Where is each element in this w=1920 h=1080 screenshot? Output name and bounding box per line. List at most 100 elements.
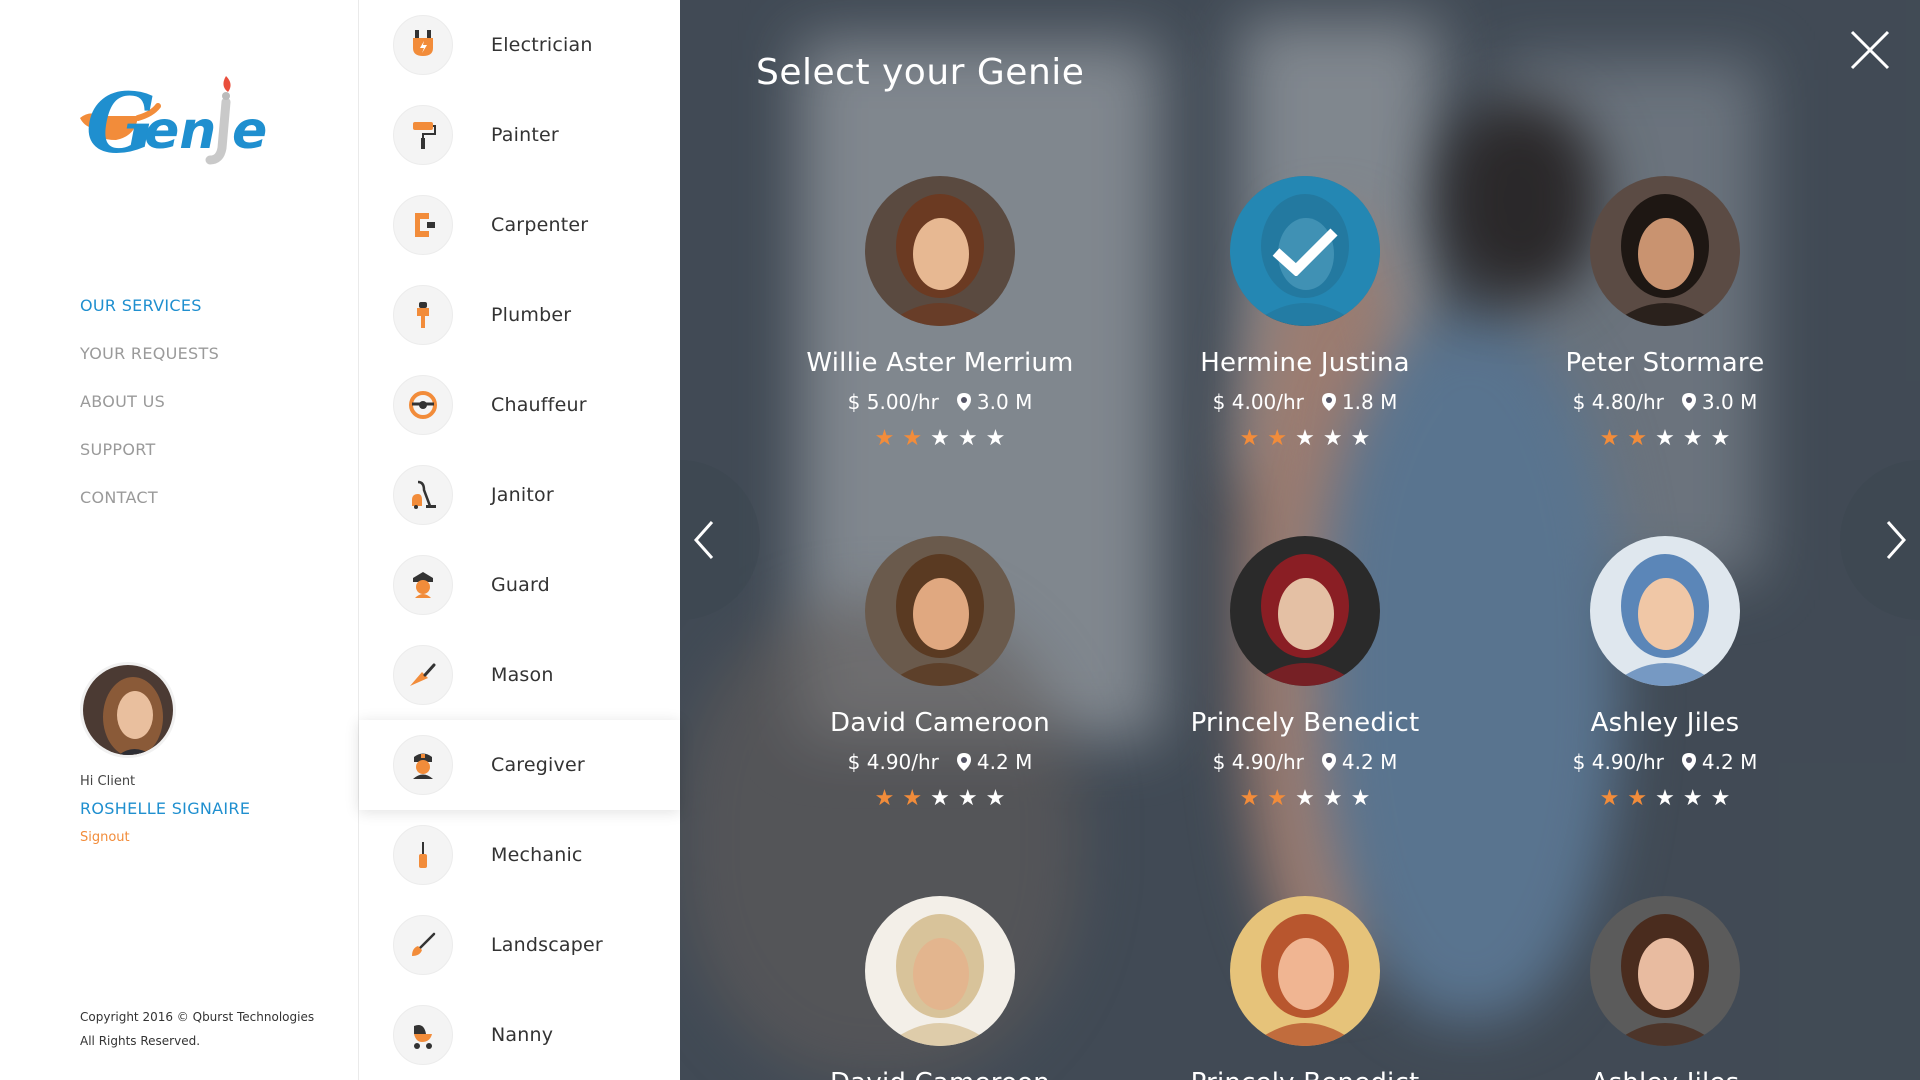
user-name: ROSHELLE SIGNAIRE bbox=[80, 799, 251, 818]
distance: 3.0 M bbox=[976, 390, 1033, 414]
genie-card[interactable]: Willie Aster Merrium $ 5.00/hr 3.0 M ★ ★ ★ ★ ★ bbox=[790, 176, 1090, 450]
distance-wrap: 1.8 M bbox=[1321, 390, 1397, 414]
star-empty-icon[interactable]: ★ bbox=[1683, 788, 1703, 810]
star-empty-icon[interactable]: ★ bbox=[1711, 428, 1731, 450]
distance: 3.0 M bbox=[1701, 390, 1758, 414]
guard-icon bbox=[393, 555, 453, 615]
star-filled-icon[interactable]: ★ bbox=[1267, 428, 1287, 450]
genie-avatar[interactable] bbox=[865, 536, 1015, 686]
star-filled-icon[interactable]: ★ bbox=[1240, 788, 1260, 810]
distance: 4.2 M bbox=[976, 750, 1033, 774]
genie-card[interactable]: Ashley Jiles $ 4.90/hr 4.2 M ★ ★ ★ ★ ★ bbox=[1515, 536, 1815, 810]
star-empty-icon[interactable]: ★ bbox=[1295, 428, 1315, 450]
genie-meta: $ 4.90/hr 4.2 M bbox=[790, 750, 1090, 774]
service-item-plumber[interactable]: Plumber bbox=[359, 270, 680, 360]
service-item-electrician[interactable]: Electrician bbox=[359, 0, 680, 90]
service-item-painter[interactable]: Painter bbox=[359, 90, 680, 180]
genie-avatar[interactable] bbox=[1590, 896, 1740, 1046]
star-empty-icon[interactable]: ★ bbox=[1323, 788, 1343, 810]
rating-stars: ★ ★ ★ ★ ★ bbox=[1155, 788, 1455, 810]
genie-avatar[interactable] bbox=[865, 176, 1015, 326]
star-empty-icon[interactable]: ★ bbox=[930, 788, 950, 810]
service-label: Nanny bbox=[491, 1024, 554, 1046]
location-pin-icon bbox=[1681, 393, 1696, 411]
service-item-mason[interactable]: Mason bbox=[359, 630, 680, 720]
star-filled-icon[interactable]: ★ bbox=[902, 428, 922, 450]
star-empty-icon[interactable]: ★ bbox=[1655, 788, 1675, 810]
genie-card[interactable]: Peter Stormare $ 4.80/hr 3.0 M ★ ★ ★ ★ ★ bbox=[1515, 176, 1815, 450]
genie-meta: $ 4.00/hr 1.8 M bbox=[1155, 390, 1455, 414]
star-empty-icon[interactable]: ★ bbox=[1351, 428, 1371, 450]
close-icon[interactable] bbox=[1848, 28, 1892, 72]
service-item-nanny[interactable]: Nanny bbox=[359, 990, 680, 1080]
genie-avatar[interactable] bbox=[1590, 536, 1740, 686]
distance-wrap: 4.2 M bbox=[956, 750, 1033, 774]
star-empty-icon[interactable]: ★ bbox=[958, 428, 978, 450]
genie-name: Princely Benedict bbox=[1190, 708, 1420, 738]
genie-card[interactable]: Princely Benedict bbox=[1155, 896, 1455, 1080]
hourly-rate: $ 4.90/hr bbox=[1212, 750, 1304, 774]
location-pin-icon bbox=[956, 393, 971, 411]
genie-avatar[interactable] bbox=[865, 896, 1015, 1046]
distance-wrap: 3.0 M bbox=[1681, 390, 1758, 414]
genie-name: Hermine Justina bbox=[1200, 348, 1410, 378]
star-filled-icon[interactable]: ★ bbox=[875, 428, 895, 450]
genie-avatar[interactable] bbox=[1230, 536, 1380, 686]
star-filled-icon[interactable]: ★ bbox=[1627, 788, 1647, 810]
genie-name: Ashley Jiles bbox=[1515, 1068, 1815, 1080]
shovel-icon bbox=[393, 915, 453, 975]
service-item-caregiver[interactable]: Caregiver bbox=[359, 720, 680, 810]
service-item-janitor[interactable]: Janitor bbox=[359, 450, 680, 540]
genie-avatar[interactable] bbox=[1230, 176, 1380, 326]
star-empty-icon[interactable]: ★ bbox=[986, 788, 1006, 810]
genie-card[interactable]: Princely Benedict $ 4.90/hr 4.2 M ★ ★ ★ ★ ★ bbox=[1155, 536, 1455, 810]
star-empty-icon[interactable]: ★ bbox=[1683, 428, 1703, 450]
service-label: Mechanic bbox=[491, 844, 583, 866]
star-filled-icon[interactable]: ★ bbox=[1267, 788, 1287, 810]
selected-overlay bbox=[1230, 176, 1380, 326]
star-empty-icon[interactable]: ★ bbox=[1323, 428, 1343, 450]
star-empty-icon[interactable]: ★ bbox=[1295, 788, 1315, 810]
genie-logo[interactable]: G en e bbox=[78, 60, 288, 180]
genie-card[interactable]: Ashley Jiles bbox=[1515, 896, 1815, 1080]
genie-avatar[interactable] bbox=[1590, 176, 1740, 326]
menu-item-your-requests[interactable]: YOUR REQUESTS bbox=[80, 344, 219, 364]
menu-item-support[interactable]: SUPPORT bbox=[80, 440, 219, 460]
rights-line: All Rights Reserved. bbox=[80, 1034, 201, 1048]
service-item-mechanic[interactable]: Mechanic bbox=[359, 810, 680, 900]
genie-meta: $ 5.00/hr 3.0 M bbox=[790, 390, 1090, 414]
service-item-guard[interactable]: Guard bbox=[359, 540, 680, 630]
star-empty-icon[interactable]: ★ bbox=[958, 788, 978, 810]
service-item-chauffeur[interactable]: Chauffeur bbox=[359, 360, 680, 450]
star-filled-icon[interactable]: ★ bbox=[1240, 428, 1260, 450]
genie-card[interactable]: David Cameroon $ 4.90/hr 4.2 M ★ ★ ★ ★ ★ bbox=[790, 536, 1090, 810]
star-empty-icon[interactable]: ★ bbox=[986, 428, 1006, 450]
signout-link[interactable]: Signout bbox=[80, 830, 130, 845]
genie-card[interactable]: David Cameroon bbox=[790, 896, 1090, 1080]
star-filled-icon[interactable]: ★ bbox=[902, 788, 922, 810]
star-empty-icon[interactable]: ★ bbox=[1351, 788, 1371, 810]
service-label: Carpenter bbox=[491, 214, 589, 236]
distance-wrap: 3.0 M bbox=[956, 390, 1033, 414]
menu-item-contact[interactable]: CONTACT bbox=[80, 488, 219, 508]
service-item-carpenter[interactable]: Carpenter bbox=[359, 180, 680, 270]
genie-avatar[interactable] bbox=[1230, 896, 1380, 1046]
copyright: Copyright 2016 © Qburst Technologies All… bbox=[80, 1005, 314, 1053]
star-filled-icon[interactable]: ★ bbox=[875, 788, 895, 810]
menu-item-about-us[interactable]: ABOUT US bbox=[80, 392, 219, 412]
star-empty-icon[interactable]: ★ bbox=[930, 428, 950, 450]
svg-text:en: en bbox=[144, 101, 216, 161]
star-filled-icon[interactable]: ★ bbox=[1600, 428, 1620, 450]
copyright-line: Copyright 2016 © Qburst Technologies bbox=[80, 1010, 315, 1024]
service-label: Painter bbox=[491, 124, 559, 146]
menu-item-our-services[interactable]: OUR SERVICES bbox=[80, 296, 219, 316]
service-item-landscaper[interactable]: Landscaper bbox=[359, 900, 680, 990]
star-filled-icon[interactable]: ★ bbox=[1600, 788, 1620, 810]
star-empty-icon[interactable]: ★ bbox=[1711, 788, 1731, 810]
genie-card[interactable]: Hermine Justina $ 4.00/hr 1.8 M ★ ★ ★ ★ ★ bbox=[1155, 176, 1455, 450]
star-filled-icon[interactable]: ★ bbox=[1627, 428, 1647, 450]
star-empty-icon[interactable]: ★ bbox=[1655, 428, 1675, 450]
hourly-rate: $ 4.90/hr bbox=[847, 750, 939, 774]
genie-meta: $ 4.80/hr 3.0 M bbox=[1515, 390, 1815, 414]
user-avatar[interactable] bbox=[80, 662, 176, 758]
